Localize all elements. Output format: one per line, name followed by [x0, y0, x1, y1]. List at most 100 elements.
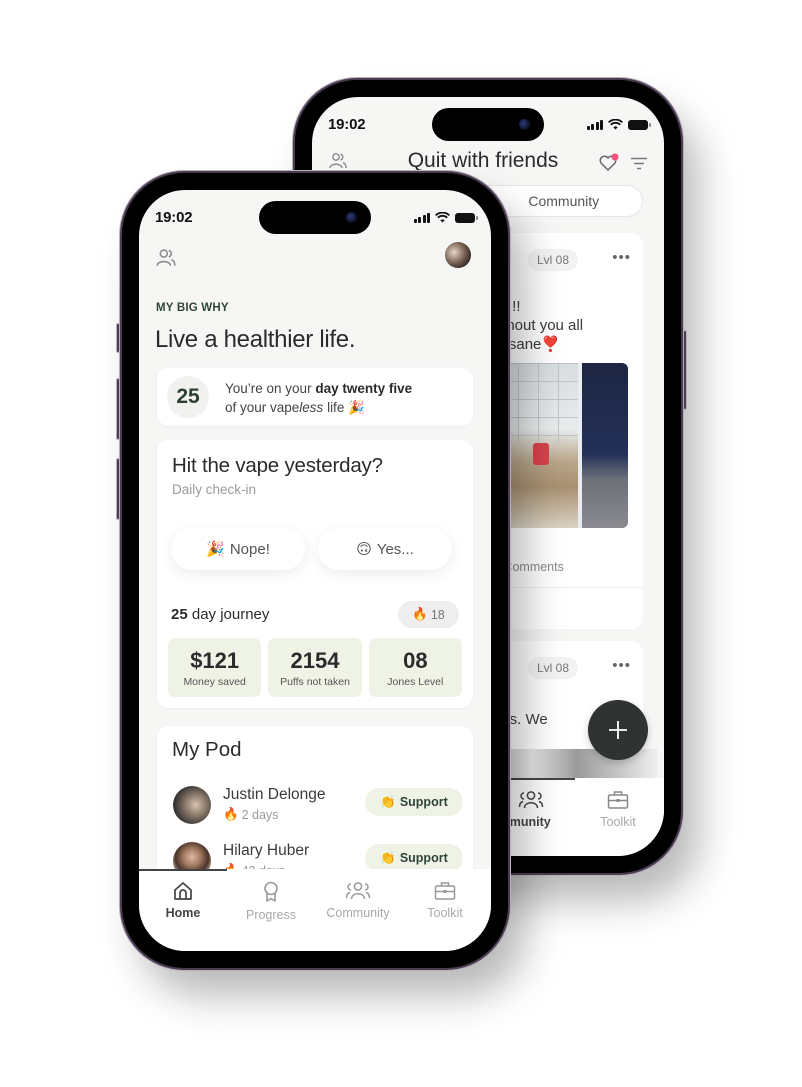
community-icon — [345, 882, 371, 900]
big-why-text: Live a healthier life. — [155, 326, 356, 353]
segment-community[interactable]: Community — [486, 186, 643, 216]
stat-value: $121 — [190, 648, 240, 673]
volume-down-button — [116, 458, 120, 520]
day-number: 25 — [167, 376, 209, 418]
tab-toolkit[interactable]: Toolkit — [401, 881, 489, 920]
member-streak: 🔥 2 days — [223, 807, 278, 822]
tab-label: Toolkit — [600, 815, 636, 829]
day-message-text: of your vape — [225, 400, 300, 415]
wifi-icon — [608, 119, 623, 130]
home-screen: 19:02 MY BIG WHY Live a healthier life. … — [139, 190, 491, 951]
party-icon: 🎉 — [206, 541, 225, 558]
front-phone-mockup: 19:02 MY BIG WHY Live a healthier life. … — [116, 173, 508, 968]
pod-member-row: Justin Delonge 🔥 2 days 👏 Support — [157, 780, 473, 828]
level-badge: Lvl 08 — [528, 657, 579, 679]
stat-puffs-not-taken: 2154 Puffs not taken — [268, 638, 362, 697]
camera-icon — [346, 212, 357, 223]
status-time: 19:02 — [155, 209, 193, 226]
action-button — [116, 323, 120, 353]
create-post-button[interactable] — [588, 700, 648, 760]
member-avatar[interactable] — [173, 786, 211, 824]
day-message-text: life — [323, 400, 345, 415]
support-button[interactable]: 👏 Support — [365, 844, 463, 872]
day-message-text: You’re on your — [225, 381, 316, 396]
battery-icon — [628, 119, 651, 130]
post-text-line: he sane❣️ — [488, 336, 561, 353]
tab-toolkit[interactable]: Toolkit — [574, 790, 662, 829]
checkin-question: Hit the vape yesterday? — [172, 454, 383, 477]
stat-label: Jones Level — [387, 676, 444, 688]
upside-down-face-icon: 🙃 — [356, 541, 372, 558]
community-icon — [518, 791, 544, 809]
nope-button[interactable]: 🎉 Nope! — [171, 528, 305, 570]
daily-checkin-card: Hit the vape yesterday? Daily check-in 🎉… — [157, 440, 473, 708]
support-button[interactable]: 👏 Support — [365, 788, 463, 816]
stat-money-saved: $121 Money saved — [168, 638, 262, 697]
stat-jones-level: 08 Jones Level — [368, 638, 462, 697]
tab-bar: Home Progress Community Toolkit — [139, 869, 491, 951]
post-text-line: py!!!! — [488, 297, 664, 316]
filter-icon[interactable] — [630, 157, 648, 170]
fire-icon: 🔥 — [223, 807, 239, 821]
toolbox-icon — [607, 791, 629, 809]
yes-button[interactable]: 🙃 Yes... — [318, 528, 452, 570]
clapping-hands-icon: 👏 — [380, 850, 396, 865]
toolbox-icon — [434, 882, 456, 900]
yes-label: Yes... — [376, 540, 414, 558]
clapping-hands-icon: 👏 — [380, 794, 396, 809]
friends-icon[interactable] — [155, 248, 177, 268]
stat-label: Money saved — [183, 676, 246, 688]
support-label: Support — [399, 795, 448, 809]
signal-icon — [413, 212, 430, 223]
power-button — [683, 330, 687, 410]
day-message-italic: less — [299, 400, 324, 415]
member-days: 2 days — [241, 807, 279, 822]
stat-label: Puffs not taken — [280, 676, 350, 688]
journey-days: 25 — [171, 606, 188, 623]
tab-label: Community — [326, 906, 390, 920]
nope-label: Nope! — [229, 540, 270, 558]
camera-icon — [519, 119, 530, 130]
support-label: Support — [399, 851, 448, 865]
member-name: Hilary Huber — [223, 842, 310, 859]
day-counter-card: 25 You’re on your day twenty five of you… — [157, 368, 473, 426]
active-tab-indicator — [139, 869, 227, 871]
stats-row: $121 Money saved 2154 Puffs not taken 08 Jo… — [168, 638, 462, 697]
volume-up-button — [116, 378, 120, 440]
tab-home[interactable]: Home — [139, 881, 227, 920]
profile-avatar[interactable] — [445, 242, 471, 268]
big-why-label: MY BIG WHY — [156, 302, 229, 314]
streak-count: 18 — [430, 607, 445, 622]
member-name: Justin Delonge — [223, 786, 326, 803]
signal-icon — [586, 119, 603, 130]
tab-community[interactable]: Community — [314, 881, 402, 920]
stat-value: 08 — [403, 648, 428, 673]
tab-label: Progress — [245, 908, 297, 922]
more-options-icon[interactable]: ••• — [612, 249, 631, 266]
home-icon — [174, 882, 192, 900]
stat-value: 2154 — [290, 648, 340, 673]
battery-icon — [455, 212, 478, 223]
fire-icon: 🔥 — [412, 607, 428, 621]
pod-title: My Pod — [172, 738, 242, 761]
status-time: 19:02 — [328, 116, 366, 133]
level-badge: Lvl 08 — [528, 249, 579, 271]
checkin-subtitle: Daily check-in — [172, 482, 257, 497]
heart-notification-icon[interactable] — [598, 153, 620, 173]
dynamic-island — [259, 201, 371, 234]
journey-label: 25 day journey — [171, 606, 269, 623]
journey-text: day journey — [187, 606, 270, 623]
party-icon: 🎉 — [348, 400, 365, 415]
tab-progress[interactable]: Progress — [227, 881, 315, 922]
post-text: py!!!! without you all he sane❣️ — [488, 297, 664, 354]
post-text-line: without you all — [488, 317, 584, 334]
tab-label: Toolkit — [427, 906, 463, 920]
tab-label: Home — [165, 906, 201, 920]
dynamic-island — [432, 108, 544, 141]
more-options-icon[interactable]: ••• — [612, 657, 631, 674]
plus-icon — [609, 721, 627, 739]
streak-badge: 🔥 18 — [398, 601, 459, 628]
award-icon — [264, 881, 278, 902]
day-message-bold: day twenty five — [315, 381, 413, 396]
day-message: You’re on your day twenty five of your v… — [225, 379, 412, 417]
